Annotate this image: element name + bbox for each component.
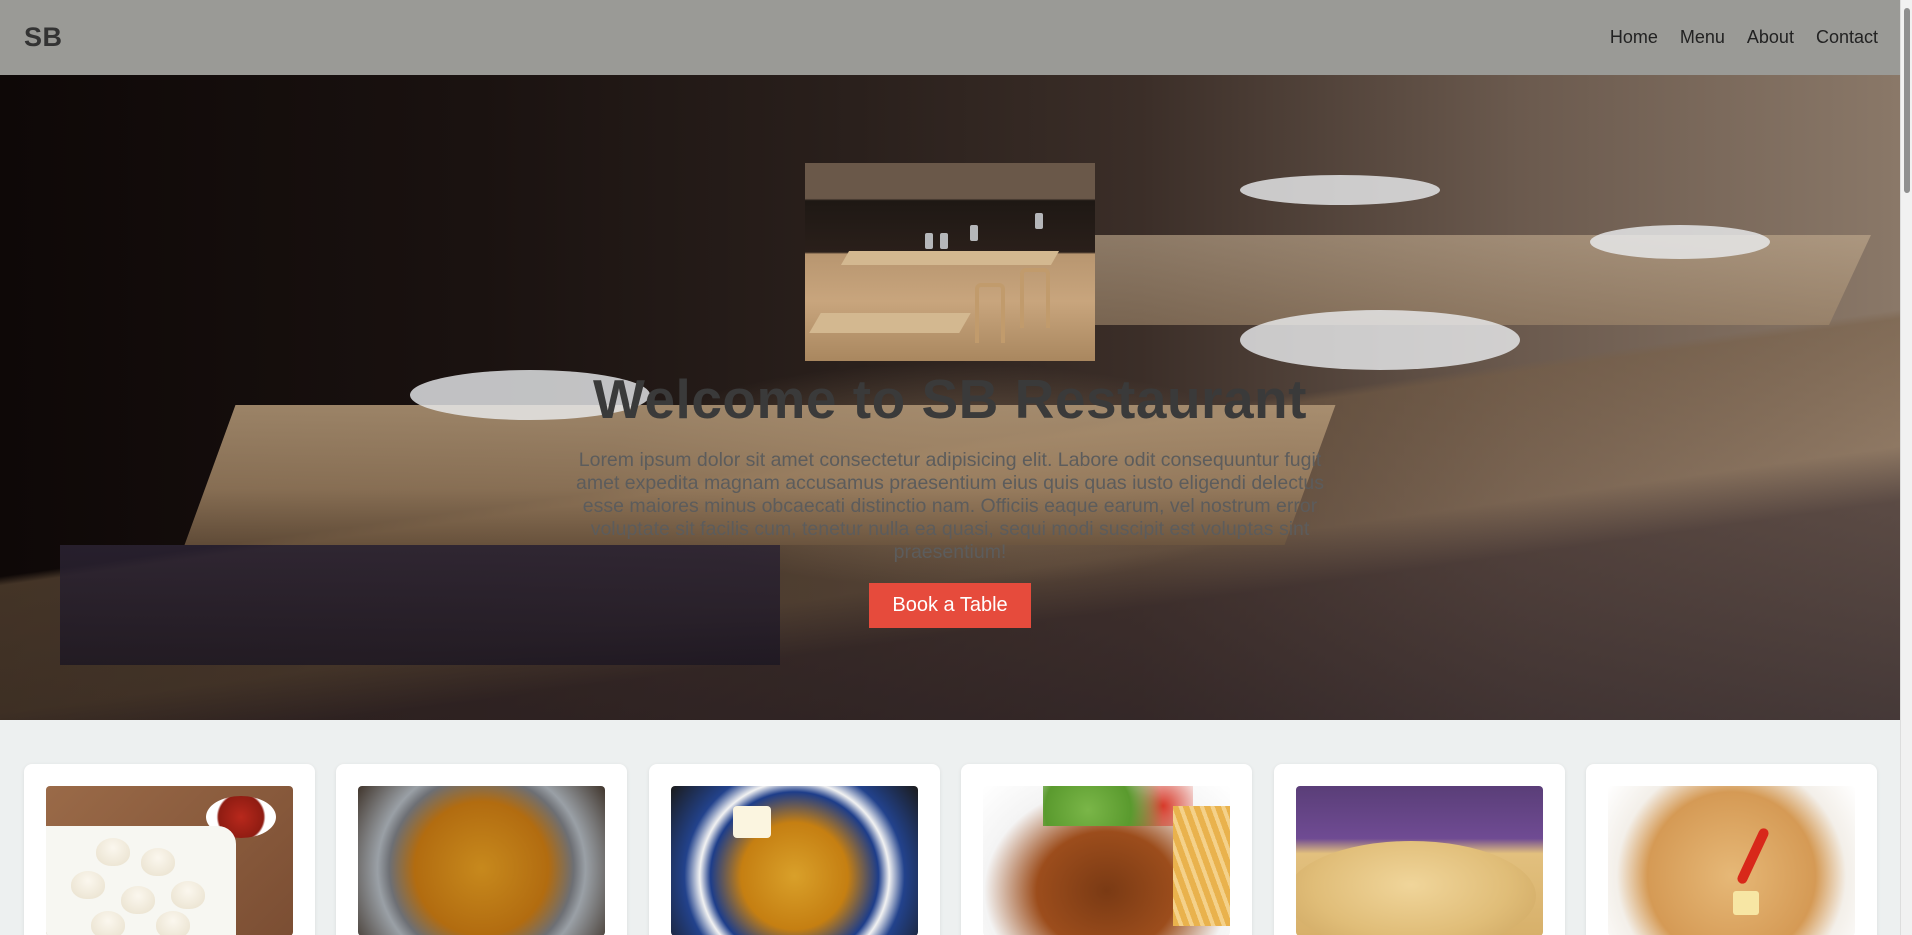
menu-card[interactable] bbox=[336, 764, 628, 935]
image-glass bbox=[940, 233, 948, 249]
chili-garnish bbox=[1735, 826, 1771, 886]
image-chair bbox=[1020, 268, 1050, 328]
page-scrollbar[interactable] bbox=[1900, 0, 1912, 935]
dumpling bbox=[141, 848, 175, 876]
navbar: SB Home Menu About Contact bbox=[0, 0, 1900, 75]
curry-image bbox=[358, 786, 606, 935]
image-glass bbox=[925, 233, 933, 249]
roti-stack bbox=[1295, 841, 1536, 935]
image-chair bbox=[975, 283, 1005, 343]
menu-card[interactable] bbox=[1273, 764, 1565, 935]
image-table bbox=[809, 313, 971, 333]
nav-link-about[interactable]: About bbox=[1747, 27, 1794, 48]
butter-cube bbox=[732, 806, 771, 838]
paneer-image bbox=[670, 786, 918, 935]
dumpling bbox=[91, 911, 125, 935]
momo-image bbox=[46, 786, 293, 935]
nav-link-menu[interactable]: Menu bbox=[1680, 27, 1725, 48]
hero-description: Lorem ipsum dolor sit amet consectetur a… bbox=[576, 449, 1324, 563]
nav-links: Home Menu About Contact bbox=[1588, 27, 1878, 48]
paratha-image bbox=[1607, 786, 1855, 935]
dumpling bbox=[71, 871, 105, 899]
menu-card[interactable] bbox=[648, 764, 940, 935]
salad bbox=[1043, 786, 1194, 826]
brand-logo[interactable]: SB bbox=[24, 22, 63, 53]
hero-section: Welcome to SB Restaurant Lorem ipsum dol… bbox=[0, 75, 1900, 720]
fries bbox=[1173, 806, 1231, 926]
dumpling bbox=[156, 911, 190, 935]
nav-link-contact[interactable]: Contact bbox=[1816, 27, 1878, 48]
nav-link-home[interactable]: Home bbox=[1610, 27, 1658, 48]
image-glass bbox=[970, 225, 978, 241]
image-table bbox=[840, 251, 1060, 265]
butter-cube bbox=[1732, 891, 1759, 915]
hero-content: Welcome to SB Restaurant Lorem ipsum dol… bbox=[0, 75, 1900, 720]
image-glass bbox=[1035, 213, 1043, 229]
book-table-button[interactable]: Book a Table bbox=[869, 583, 1031, 628]
dumpling bbox=[171, 881, 205, 909]
scrollbar-thumb[interactable] bbox=[1904, 8, 1910, 193]
menu-card[interactable] bbox=[1585, 764, 1877, 935]
dumpling bbox=[96, 838, 130, 866]
menu-card[interactable] bbox=[961, 764, 1253, 935]
dumpling bbox=[121, 886, 155, 914]
hero-title: Welcome to SB Restaurant bbox=[593, 368, 1307, 430]
chicken-image bbox=[983, 786, 1231, 935]
menu-card[interactable] bbox=[24, 764, 315, 935]
hero-restaurant-image bbox=[805, 163, 1095, 361]
roti-image bbox=[1295, 786, 1543, 935]
menu-cards bbox=[24, 764, 1877, 935]
